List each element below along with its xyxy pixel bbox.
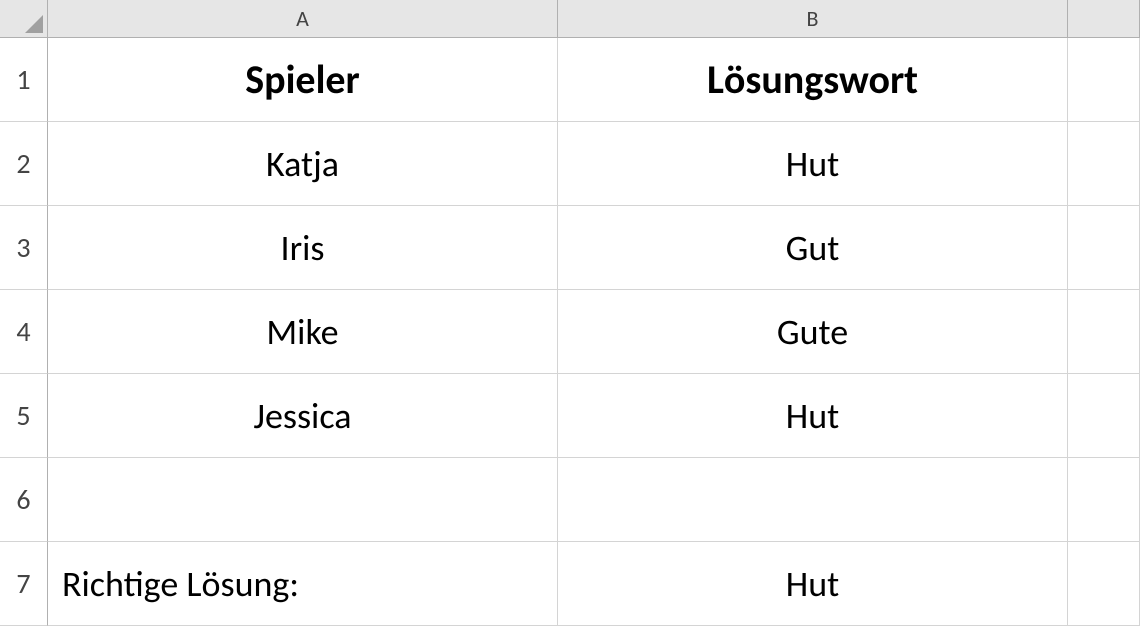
cell-c3[interactable] xyxy=(1068,206,1140,290)
cell-c5[interactable] xyxy=(1068,374,1140,458)
cell-c6[interactable] xyxy=(1068,458,1140,542)
row-header-7[interactable]: 7 xyxy=(0,542,48,626)
cell-a6[interactable] xyxy=(48,458,558,542)
row-header-3[interactable]: 3 xyxy=(0,206,48,290)
column-header-b[interactable]: B xyxy=(558,0,1068,38)
column-header-a[interactable]: A xyxy=(48,0,558,38)
spreadsheet-grid: A B 1 Spieler Lösungswort 2 Katja Hut 3 … xyxy=(0,0,1140,628)
select-all-corner[interactable] xyxy=(0,0,48,38)
cell-b3[interactable]: Gut xyxy=(558,206,1068,290)
cell-a4[interactable]: Mike xyxy=(48,290,558,374)
row-header-4[interactable]: 4 xyxy=(0,290,48,374)
cell-a5[interactable]: Jessica xyxy=(48,374,558,458)
column-header-c[interactable] xyxy=(1068,0,1140,38)
cell-c2[interactable] xyxy=(1068,122,1140,206)
cell-a7[interactable]: Richtige Lösung: xyxy=(48,542,558,626)
cell-b2[interactable]: Hut xyxy=(558,122,1068,206)
cell-b5[interactable]: Hut xyxy=(558,374,1068,458)
row-header-6[interactable]: 6 xyxy=(0,458,48,542)
cell-b4[interactable]: Gute xyxy=(558,290,1068,374)
row-header-2[interactable]: 2 xyxy=(0,122,48,206)
cell-b7[interactable]: Hut xyxy=(558,542,1068,626)
cell-a1[interactable]: Spieler xyxy=(48,38,558,122)
row-header-1[interactable]: 1 xyxy=(0,38,48,122)
cell-b1[interactable]: Lösungswort xyxy=(558,38,1068,122)
cell-c7[interactable] xyxy=(1068,542,1140,626)
cell-a2[interactable]: Katja xyxy=(48,122,558,206)
row-header-5[interactable]: 5 xyxy=(0,374,48,458)
cell-a3[interactable]: Iris xyxy=(48,206,558,290)
cell-b6[interactable] xyxy=(558,458,1068,542)
cell-c4[interactable] xyxy=(1068,290,1140,374)
cell-c1[interactable] xyxy=(1068,38,1140,122)
